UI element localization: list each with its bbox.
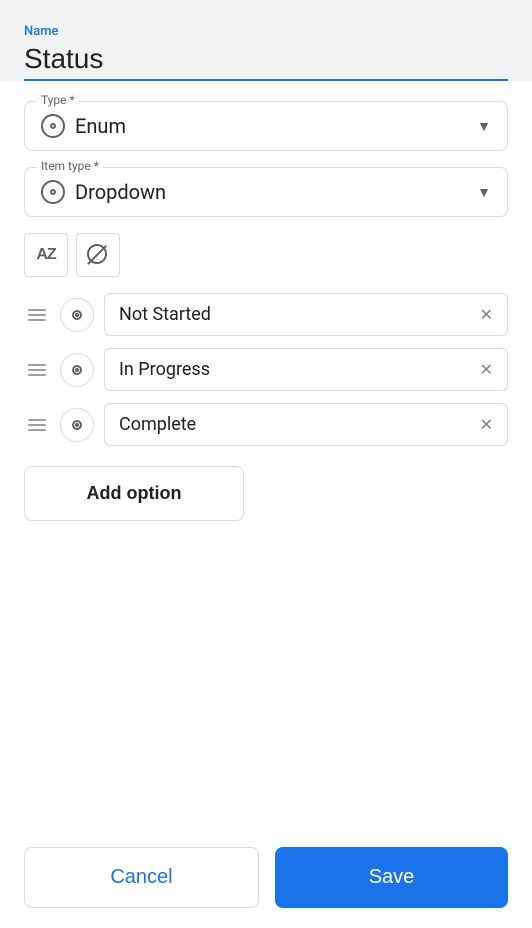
- sort-az-button[interactable]: AZ: [24, 233, 68, 277]
- option-clear-btn-0[interactable]: ✕: [480, 305, 493, 324]
- drag-handle-0[interactable]: [24, 305, 50, 325]
- options-list: Not Started ✕ In Progress: [24, 293, 508, 446]
- bottom-row: Cancel Save: [24, 847, 508, 908]
- option-row-0: Not Started ✕: [24, 293, 508, 336]
- save-button[interactable]: Save: [275, 847, 508, 908]
- type-value: Enum: [75, 114, 467, 138]
- option-circle-inner-0: [72, 310, 82, 320]
- type-field-group: Type * Enum ▼: [24, 101, 508, 151]
- name-input-wrapper: [24, 43, 508, 81]
- option-circle-dot-1: [75, 368, 79, 372]
- type-circle-dot: [50, 123, 56, 129]
- no-color-icon: [87, 244, 109, 266]
- option-color-btn-0[interactable]: [60, 298, 94, 332]
- option-circle-inner-1: [72, 365, 82, 375]
- drag-line: [28, 319, 46, 321]
- main-card: Name Type * Enum ▼ Item type *: [0, 0, 532, 928]
- item-type-dropdown-arrow[interactable]: ▼: [477, 184, 491, 201]
- az-icon: AZ: [36, 246, 55, 264]
- option-text-0: Not Started: [119, 304, 211, 325]
- type-circle-icon: [41, 114, 65, 138]
- name-input[interactable]: [24, 43, 508, 75]
- item-type-circle-icon: [41, 180, 65, 204]
- option-input-wrapper-2: Complete ✕: [104, 403, 508, 446]
- option-color-btn-2[interactable]: [60, 408, 94, 442]
- item-type-field-group: Item type * Dropdown ▼: [24, 167, 508, 217]
- drag-handle-1[interactable]: [24, 360, 50, 380]
- option-circle-dot-2: [75, 423, 79, 427]
- option-circle-dot-0: [75, 313, 79, 317]
- option-input-wrapper-1: In Progress ✕: [104, 348, 508, 391]
- add-option-button[interactable]: Add option: [24, 466, 244, 521]
- drag-line: [28, 424, 46, 426]
- item-type-value: Dropdown: [75, 180, 467, 204]
- main-content: Type * Enum ▼ Item type * Dropdown ▼: [0, 81, 532, 928]
- drag-line: [28, 314, 46, 316]
- drag-line: [28, 364, 46, 366]
- drag-line: [28, 374, 46, 376]
- option-input-wrapper-0: Not Started ✕: [104, 293, 508, 336]
- type-dropdown-arrow[interactable]: ▼: [477, 118, 491, 135]
- item-type-label: Item type *: [37, 159, 103, 173]
- type-label: Type *: [37, 93, 79, 107]
- drag-handle-2[interactable]: [24, 415, 50, 435]
- item-type-circle-dot: [50, 189, 56, 195]
- name-label: Name: [24, 24, 508, 39]
- option-text-1: In Progress: [119, 359, 210, 380]
- option-text-2: Complete: [119, 414, 196, 435]
- option-color-btn-1[interactable]: [60, 353, 94, 387]
- drag-line: [28, 309, 46, 311]
- drag-line: [28, 429, 46, 431]
- drag-line: [28, 369, 46, 371]
- no-color-button[interactable]: [76, 233, 120, 277]
- name-section: Name: [0, 0, 532, 81]
- toolbar: AZ: [24, 233, 508, 277]
- item-type-field-row: Dropdown ▼: [41, 180, 491, 204]
- option-clear-btn-1[interactable]: ✕: [480, 360, 493, 379]
- type-field-row: Enum ▼: [41, 114, 491, 138]
- option-circle-inner-2: [72, 420, 82, 430]
- option-row-1: In Progress ✕: [24, 348, 508, 391]
- option-row-2: Complete ✕: [24, 403, 508, 446]
- drag-line: [28, 419, 46, 421]
- cancel-button[interactable]: Cancel: [24, 847, 259, 908]
- option-clear-btn-2[interactable]: ✕: [480, 415, 493, 434]
